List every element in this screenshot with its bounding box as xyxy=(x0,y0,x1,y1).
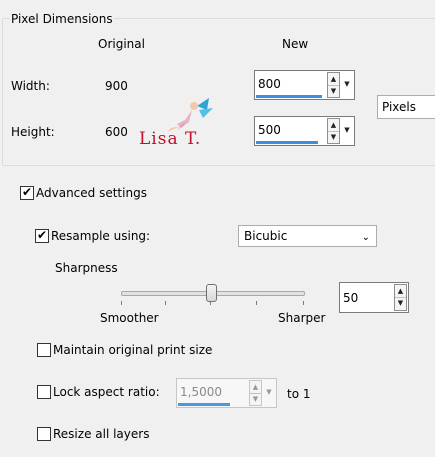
width-input-underline xyxy=(256,95,322,98)
unit-select-value[interactable]: Pixels xyxy=(382,100,416,114)
height-original-value: 600 xyxy=(105,125,128,139)
slider-tick xyxy=(165,301,166,305)
aspect-ratio-suffix: to 1 xyxy=(287,387,311,401)
resample-method-value[interactable]: Bicubic xyxy=(244,229,287,243)
aspect-spin-buttons[interactable]: ▲ ▼ xyxy=(249,380,262,406)
height-new-stepper[interactable]: 500 ▲ ▼ ▼ xyxy=(254,116,355,146)
width-new-stepper[interactable]: 800 ▲ ▼ ▼ xyxy=(254,70,355,100)
aspect-input-underline xyxy=(178,403,230,406)
sharpness-value[interactable]: 50 xyxy=(343,291,358,305)
spin-down-icon[interactable]: ▼ xyxy=(328,131,339,143)
aspect-ratio-value[interactable]: 1,5000 xyxy=(180,385,222,399)
resize-all-layers-checkbox[interactable] xyxy=(37,427,51,441)
advanced-settings-label[interactable]: Advanced settings xyxy=(36,186,147,200)
width-spin-buttons[interactable]: ▲ ▼ xyxy=(327,72,340,98)
new-column-header: New xyxy=(282,37,309,51)
unit-select[interactable]: Pixels xyxy=(377,95,435,119)
check-icon: ✔ xyxy=(37,228,48,242)
width-new-value[interactable]: 800 xyxy=(258,77,281,91)
sharpness-slider-thumb[interactable] xyxy=(206,284,217,302)
lock-aspect-label[interactable]: Lock aspect ratio: xyxy=(53,385,160,399)
sharpness-smoother-label: Smoother xyxy=(100,311,159,325)
resample-label[interactable]: Resample using: xyxy=(51,229,150,243)
original-column-header: Original xyxy=(98,37,145,51)
height-label: Height: xyxy=(11,125,55,139)
sharpness-stepper[interactable]: 50 ▲ ▼ xyxy=(339,282,409,313)
watermark-logo: Lisa T. xyxy=(137,96,217,152)
aspect-ratio-stepper[interactable]: 1,5000 ▲ ▼ ▼ xyxy=(176,378,277,408)
resample-checkbox[interactable]: ✔ xyxy=(35,228,49,243)
maintain-print-size-checkbox[interactable] xyxy=(37,343,51,357)
sharpness-sharper-label: Sharper xyxy=(278,311,326,325)
dropdown-arrow-icon[interactable]: ▼ xyxy=(342,118,352,142)
maintain-print-size-label[interactable]: Maintain original print size xyxy=(53,343,212,357)
height-spin-buttons[interactable]: ▲ ▼ xyxy=(327,118,340,144)
resize-all-layers-label[interactable]: Resize all layers xyxy=(53,427,149,441)
watermark-text: Lisa T. xyxy=(139,129,202,149)
lock-aspect-checkbox[interactable] xyxy=(37,385,51,399)
pixel-dimensions-title: Pixel Dimensions xyxy=(10,12,114,26)
resample-method-select[interactable]: Bicubic ⌄ xyxy=(238,225,377,247)
chevron-down-icon[interactable]: ⌄ xyxy=(362,232,370,243)
dropdown-arrow-icon[interactable]: ▼ xyxy=(342,72,352,96)
spin-down-icon[interactable]: ▼ xyxy=(250,393,261,405)
spin-down-icon[interactable]: ▼ xyxy=(328,85,339,97)
advanced-settings-checkbox[interactable]: ✔ xyxy=(20,185,34,200)
check-icon: ✔ xyxy=(22,185,33,199)
slider-tick xyxy=(303,301,304,305)
pixel-dimensions-group xyxy=(2,18,435,166)
width-original-value: 900 xyxy=(105,79,128,93)
spin-down-icon[interactable]: ▼ xyxy=(395,297,406,309)
height-input-underline xyxy=(256,141,318,144)
slider-tick xyxy=(121,301,122,305)
sharpness-label: Sharpness xyxy=(55,261,118,275)
dropdown-arrow-icon[interactable]: ▼ xyxy=(264,380,274,404)
width-label: Width: xyxy=(11,79,50,93)
slider-tick xyxy=(256,301,257,305)
sharpness-spin-buttons[interactable]: ▲ ▼ xyxy=(394,284,407,311)
height-new-value[interactable]: 500 xyxy=(258,123,281,137)
